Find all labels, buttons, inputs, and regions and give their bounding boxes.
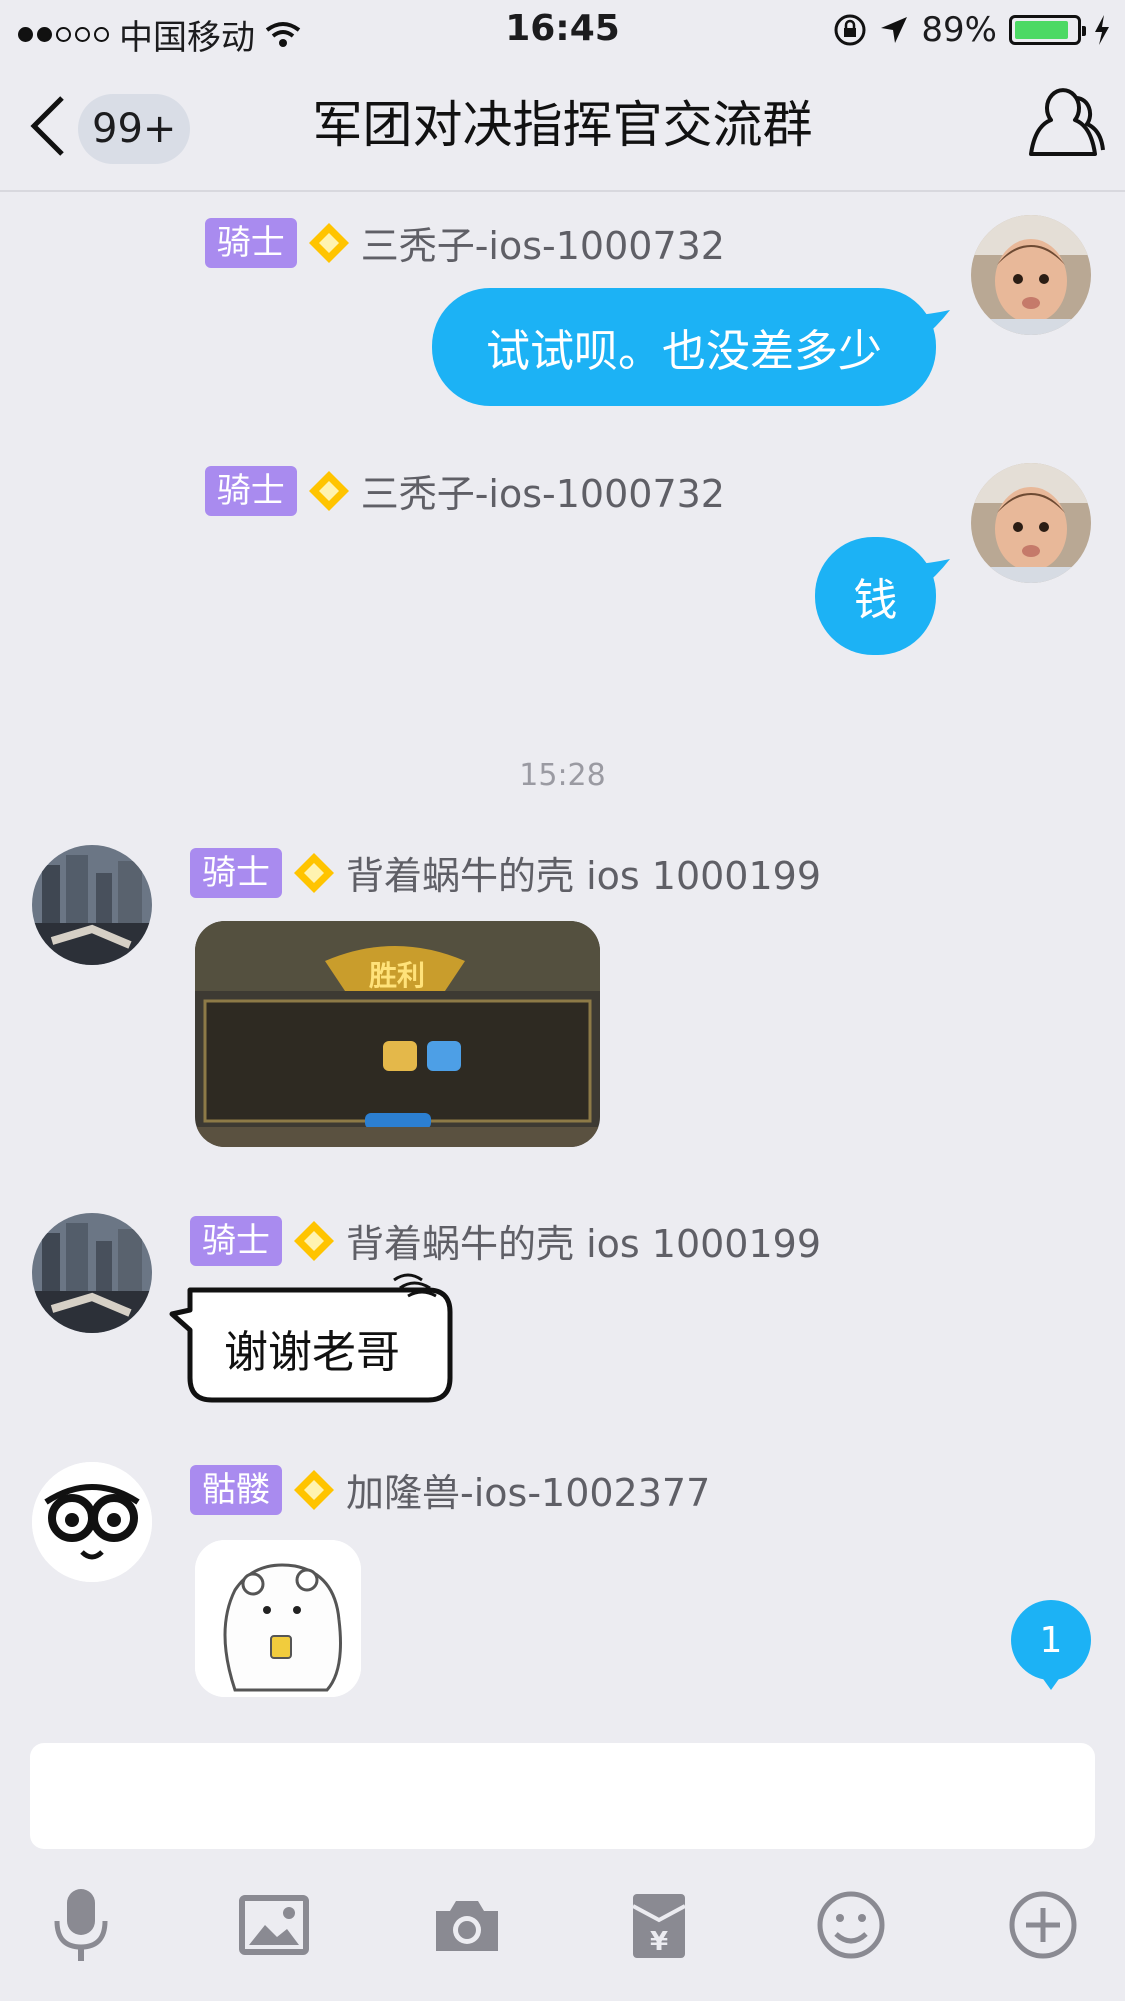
avatar[interactable] bbox=[32, 1462, 152, 1582]
plus-icon bbox=[1009, 1891, 1077, 1959]
status-right: 89% bbox=[833, 10, 1111, 50]
red-packet-button[interactable]: ¥ bbox=[614, 1880, 704, 1970]
image-icon bbox=[239, 1895, 309, 1955]
diamond-icon bbox=[294, 852, 334, 893]
diamond-icon bbox=[308, 222, 349, 263]
image-message[interactable]: 胜利 bbox=[195, 921, 600, 1147]
victory-text: 胜利 bbox=[369, 959, 425, 992]
goggle-face-avatar-image bbox=[32, 1462, 152, 1582]
voice-button[interactable] bbox=[36, 1880, 126, 1970]
sender-name[interactable]: 三秃子-ios-1000732 bbox=[361, 215, 725, 270]
city-avatar-image bbox=[32, 845, 152, 965]
timestamp: 15:28 bbox=[519, 758, 606, 793]
red-packet-icon: ¥ bbox=[632, 1894, 686, 1958]
baby-avatar-image bbox=[971, 215, 1091, 335]
emoji-button[interactable] bbox=[806, 1880, 896, 1970]
unread-count-badge[interactable]: 99+ bbox=[78, 94, 191, 164]
title-tag: 骑士 bbox=[190, 847, 282, 898]
sender-name[interactable]: 背着蜗牛的壳 ios 1000199 bbox=[346, 1213, 821, 1268]
message-text: 钱 bbox=[853, 575, 898, 626]
city-avatar-image bbox=[32, 1213, 152, 1333]
bubble-tail bbox=[910, 310, 950, 340]
battery-percent: 89% bbox=[921, 10, 997, 50]
sticker-message[interactable]: 谢谢老哥 bbox=[168, 1270, 458, 1406]
sender-meta: 骷髅 加隆兽-ios-1002377 bbox=[190, 1462, 710, 1517]
group-members-button[interactable] bbox=[1021, 84, 1105, 168]
person-icon bbox=[1029, 88, 1105, 156]
bear-sticker-image bbox=[195, 1540, 361, 1697]
sticker-image-message[interactable] bbox=[195, 1540, 361, 1697]
sender-name[interactable]: 背着蜗牛的壳 ios 1000199 bbox=[346, 845, 821, 900]
location-arrow-icon bbox=[881, 17, 908, 43]
title-tag: 骷髅 bbox=[190, 1464, 282, 1515]
page-title: 军团对决指挥官交流群 bbox=[312, 96, 813, 154]
avatar[interactable] bbox=[32, 845, 152, 965]
rotation-lock-icon bbox=[834, 14, 866, 46]
back-button[interactable] bbox=[18, 88, 78, 164]
chevron-left-icon bbox=[30, 96, 64, 156]
sender-meta: 骑士 背着蜗牛的壳 ios 1000199 bbox=[190, 845, 821, 900]
charging-bolt-icon bbox=[1095, 15, 1109, 45]
diamond-icon bbox=[294, 1220, 334, 1261]
message-bubble[interactable]: 钱 bbox=[815, 537, 950, 655]
bubble-tail bbox=[910, 559, 950, 589]
nav-bar: 99+ 军团对决指挥官交流群 bbox=[0, 60, 1125, 192]
microphone-icon bbox=[54, 1889, 108, 1961]
baby-avatar-image bbox=[971, 463, 1091, 583]
more-button[interactable] bbox=[998, 1880, 1088, 1970]
sender-name[interactable]: 加隆兽-ios-1002377 bbox=[346, 1462, 710, 1517]
diamond-icon bbox=[294, 1469, 334, 1510]
svg-text:¥: ¥ bbox=[650, 1927, 668, 1957]
status-bar: 中国移动 16:45 89% bbox=[0, 0, 1125, 60]
title-tag: 骑士 bbox=[190, 1215, 282, 1266]
emoji-icon bbox=[817, 1891, 885, 1959]
message-text: 试试呗。也没差多少 bbox=[486, 326, 882, 377]
game-victory-screenshot: 胜利 bbox=[195, 921, 600, 1147]
sender-meta: 骑士 三秃子-ios-1000732 bbox=[204, 463, 725, 518]
new-message-indicator[interactable]: 1 bbox=[1011, 1600, 1091, 1690]
photo-button[interactable] bbox=[229, 1880, 319, 1970]
camera-button[interactable] bbox=[422, 1880, 512, 1970]
message-input[interactable] bbox=[30, 1743, 1095, 1849]
avatar[interactable] bbox=[971, 215, 1091, 335]
title-tag: 骑士 bbox=[204, 465, 297, 516]
sender-name[interactable]: 三秃子-ios-1000732 bbox=[361, 463, 725, 518]
message-bubble[interactable]: 试试呗。也没差多少 bbox=[432, 288, 950, 406]
avatar[interactable] bbox=[971, 463, 1091, 583]
camera-icon bbox=[436, 1901, 498, 1951]
sticker-text: 谢谢老哥 bbox=[224, 1327, 400, 1378]
avatar[interactable] bbox=[32, 1213, 152, 1333]
sender-meta: 骑士 三秃子-ios-1000732 bbox=[204, 215, 725, 270]
input-toolbar: ¥ bbox=[0, 1880, 1125, 2000]
title-tag: 骑士 bbox=[204, 217, 297, 268]
sender-meta: 骑士 背着蜗牛的壳 ios 1000199 bbox=[190, 1213, 821, 1268]
diamond-icon bbox=[308, 470, 349, 511]
battery-icon bbox=[1009, 15, 1086, 45]
input-area: ¥ bbox=[0, 1710, 1125, 2001]
